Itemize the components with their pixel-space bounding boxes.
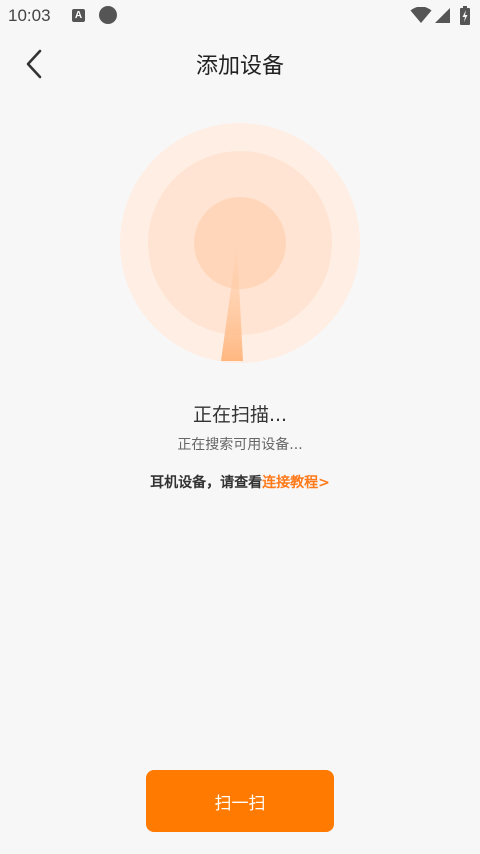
battery-charging-icon: [460, 6, 470, 25]
a-notification-icon: A: [72, 9, 85, 22]
wifi-icon: [410, 7, 432, 23]
connection-tutorial-link[interactable]: 连接教程>: [262, 475, 330, 491]
status-bar: 10:03 A: [0, 0, 480, 34]
scan-button[interactable]: 扫一扫: [146, 770, 334, 832]
scan-status-text: 正在扫描...: [192, 404, 288, 426]
signal-icon: [435, 8, 450, 23]
radar-inner-ring: [194, 197, 286, 289]
radar-scan-icon: [120, 123, 360, 363]
circle-notification-icon: [99, 6, 117, 24]
tutorial-hint-prefix: 耳机设备，请查看: [150, 475, 263, 491]
scan-button-label: 扫一扫: [214, 793, 266, 814]
tutorial-hint: 耳机设备，请查看连接教程>: [0, 472, 480, 492]
page-title: 添加设备: [195, 54, 284, 79]
scan-substatus-text: 正在搜索可用设备...: [177, 437, 303, 453]
status-time: 10:03: [8, 6, 51, 25]
